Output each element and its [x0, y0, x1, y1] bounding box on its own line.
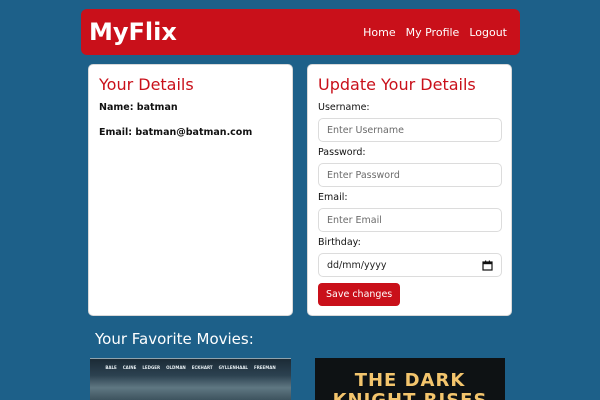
birthday-label: Birthday: — [318, 237, 361, 248]
poster-title-line-1: THE DARK — [354, 370, 466, 391]
nav-logout-link[interactable]: Logout — [469, 26, 507, 39]
poster-credit: FREEMAN — [253, 365, 276, 370]
username-input[interactable] — [318, 118, 502, 142]
poster-credit: ECKHART — [191, 365, 213, 370]
save-changes-button[interactable]: Save changes — [318, 283, 401, 306]
update-details-title: Update Your Details — [318, 75, 476, 94]
password-input[interactable] — [318, 163, 502, 187]
birthday-date-value: dd/mm/yyyy — [327, 259, 387, 271]
favorite-movies-heading: Your Favorite Movies: — [95, 330, 254, 348]
your-details-card: Your Details Name: batman Email: batman@… — [88, 64, 293, 316]
movie-poster-dark-knight[interactable]: BALE CAINE LEDGER OLDMAN ECKHART GYLLENH… — [90, 358, 291, 400]
update-details-card: Update Your Details Username: Password: … — [307, 64, 512, 316]
navbar: MyFlix Home My Profile Logout — [81, 9, 520, 55]
birthday-date-input[interactable]: dd/mm/yyyy — [318, 253, 502, 277]
poster-credit: OLDMAN — [166, 365, 186, 370]
brand-logo[interactable]: MyFlix — [89, 18, 177, 46]
your-details-title: Your Details — [99, 75, 194, 94]
password-label: Password: — [318, 147, 366, 158]
poster-credit: BALE — [105, 365, 117, 370]
poster-credits: BALE CAINE LEDGER OLDMAN ECKHART GYLLENH… — [90, 359, 291, 370]
email-label: Email: — [318, 192, 348, 203]
email-input[interactable] — [318, 208, 502, 232]
user-email-text: Email: batman@batman.com — [99, 127, 253, 138]
movie-poster-dark-knight-rises[interactable]: THE DARK KNIGHT RISES — [315, 358, 505, 400]
user-name-text: Name: batman — [99, 102, 178, 113]
nav-links: Home My Profile Logout — [363, 26, 507, 39]
nav-home-link[interactable]: Home — [363, 26, 395, 39]
page: MyFlix Home My Profile Logout Your Detai… — [0, 0, 600, 400]
poster-credit: GYLLENHAAL — [218, 365, 248, 370]
poster-credit: CAINE — [122, 365, 137, 370]
poster-title-line-2: KNIGHT RISES — [315, 391, 505, 400]
poster-credit: LEDGER — [142, 365, 161, 370]
username-label: Username: — [318, 102, 370, 113]
nav-my-profile-link[interactable]: My Profile — [406, 26, 460, 39]
calendar-icon[interactable] — [482, 260, 493, 271]
